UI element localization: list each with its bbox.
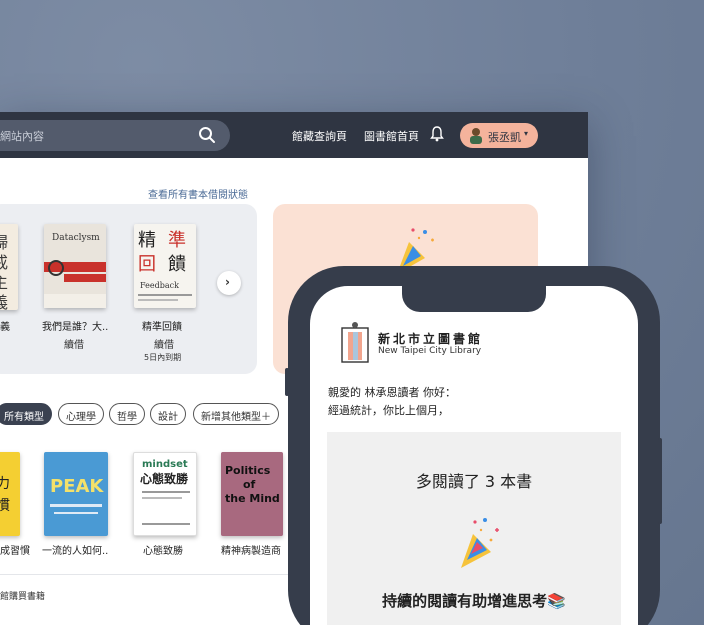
book-title: 精準回饋 [142, 322, 182, 333]
phone-side-button [658, 438, 662, 524]
greeting-line: 親愛的 林承恩讀者 你好： [328, 386, 456, 399]
book-title: 一流的人如何.. [42, 546, 109, 557]
book-cover[interactable]: PEAK [44, 452, 108, 536]
library-logo-icon [341, 322, 369, 363]
svg-text:Politics: Politics [225, 464, 271, 477]
nav-collection-search[interactable]: 館藏查詢頁 [292, 128, 347, 144]
greeting: 親愛的 林承恩讀者 你好： 經過統計，你比上個月， [328, 384, 456, 420]
purchased-books-link[interactable]: 館購買書籍 [0, 589, 45, 602]
category-chip-psychology[interactable]: 心理學 [58, 403, 104, 425]
phone-notch [402, 286, 546, 312]
svg-text:饋: 饋 [168, 254, 186, 275]
nav-library-home[interactable]: 圖書館首頁 [364, 128, 419, 144]
book-cover[interactable]: 精 準 回 饋 Feedback [134, 224, 196, 308]
book-title: 義 [0, 322, 10, 333]
view-all-borrow-status-link[interactable]: 查看所有書本借閱狀態 [148, 186, 248, 201]
book-cover-art: 歸 戒 主 義 [0, 233, 8, 312]
party-popper-icon [461, 518, 499, 568]
svg-text:Feedback: Feedback [140, 281, 179, 290]
book-cover[interactable]: 力 慣 [0, 452, 20, 536]
phone-screen: 新北市立圖書館 New Taipei City Library 親愛的 林承恩讀… [310, 286, 638, 625]
next-books-button[interactable]: › [217, 271, 241, 295]
category-chip-design[interactable]: 設計 [150, 403, 186, 425]
book-title: 我們是誰？大.. [42, 322, 109, 333]
stat-subline: 持續的閱讀有助增進思考📚 [382, 592, 566, 610]
svg-text:Dataclysm: Dataclysm [52, 233, 100, 243]
library-name: 新北市立圖書館 [378, 332, 484, 346]
svg-text:心態致勝: 心態致勝 [140, 471, 189, 486]
user-menu-button[interactable]: 張丞凱 ▾ [460, 123, 538, 148]
svg-text:回: 回 [138, 254, 156, 275]
renew-link[interactable]: 續借 [154, 336, 174, 351]
book-cover-art: 力 慣 [0, 476, 10, 514]
book-title: 心態致勝 [143, 546, 183, 557]
svg-text:精: 精 [138, 230, 156, 251]
svg-text:PEAK: PEAK [50, 476, 104, 497]
svg-text:準: 準 [168, 230, 186, 251]
book-cover-art: Politics of the Mind [221, 452, 283, 536]
svg-text:戒: 戒 [0, 253, 8, 272]
book-cover[interactable]: Dataclysm [44, 224, 106, 308]
phone-side-button [285, 368, 289, 396]
search-icon[interactable] [198, 126, 216, 144]
add-category-chip[interactable]: 新增其他類型＋ [193, 403, 279, 425]
book-cover-art: mindset 心態致勝 [140, 459, 190, 525]
library-name-en: New Taipei City Library [378, 346, 482, 356]
category-chip-all[interactable]: 所有類型 [0, 403, 52, 425]
book-title: 精神病製造商 [221, 546, 281, 557]
book-cover[interactable]: mindset 心態致勝 [133, 452, 197, 536]
top-navigation-bar: 網站內容 館藏查詢頁 圖書館首頁 張丞凱 ▾ [0, 112, 588, 158]
svg-text:歸: 歸 [0, 233, 8, 252]
bell-icon[interactable] [430, 126, 444, 142]
stat-headline: 多閱讀了 3 本書 [415, 472, 533, 491]
svg-text:the Mind: the Mind [225, 492, 280, 505]
avatar [470, 128, 482, 144]
book-title: 成習慣 [0, 546, 30, 557]
svg-text:主: 主 [0, 273, 8, 292]
svg-text:義: 義 [0, 293, 8, 310]
svg-text:慣: 慣 [0, 497, 10, 514]
book-cover-art: PEAK [50, 476, 104, 514]
book-cover[interactable]: Politics of the Mind [221, 452, 283, 536]
search-input[interactable]: 網站內容 [0, 128, 44, 144]
phone-mockup: 新北市立圖書館 New Taipei City Library 親愛的 林承恩讀… [288, 266, 660, 625]
svg-text:of: of [243, 478, 256, 491]
book-cover[interactable]: 歸 戒 主 義 [0, 224, 18, 312]
category-chip-philosophy[interactable]: 哲學 [109, 403, 145, 425]
svg-text:力: 力 [0, 476, 10, 492]
greeting-line: 經過統計，你比上個月， [328, 404, 449, 417]
book-cover-art: Dataclysm [44, 233, 106, 308]
chevron-right-icon: › [225, 275, 230, 289]
book-cover-art: 精 準 回 饋 Feedback [138, 230, 192, 301]
svg-text:mindset: mindset [142, 459, 188, 470]
user-name: 張丞凱 [488, 131, 521, 144]
chevron-down-icon: ▾ [524, 129, 529, 138]
renew-link[interactable]: 續借 [64, 336, 84, 351]
due-date-note: 5日內到期 [144, 353, 182, 362]
search-bar[interactable]: 網站內容 [0, 120, 230, 151]
reading-stat-box: 多閱讀了 3 本書 持續的閱讀有助增進思考📚 [327, 432, 621, 625]
